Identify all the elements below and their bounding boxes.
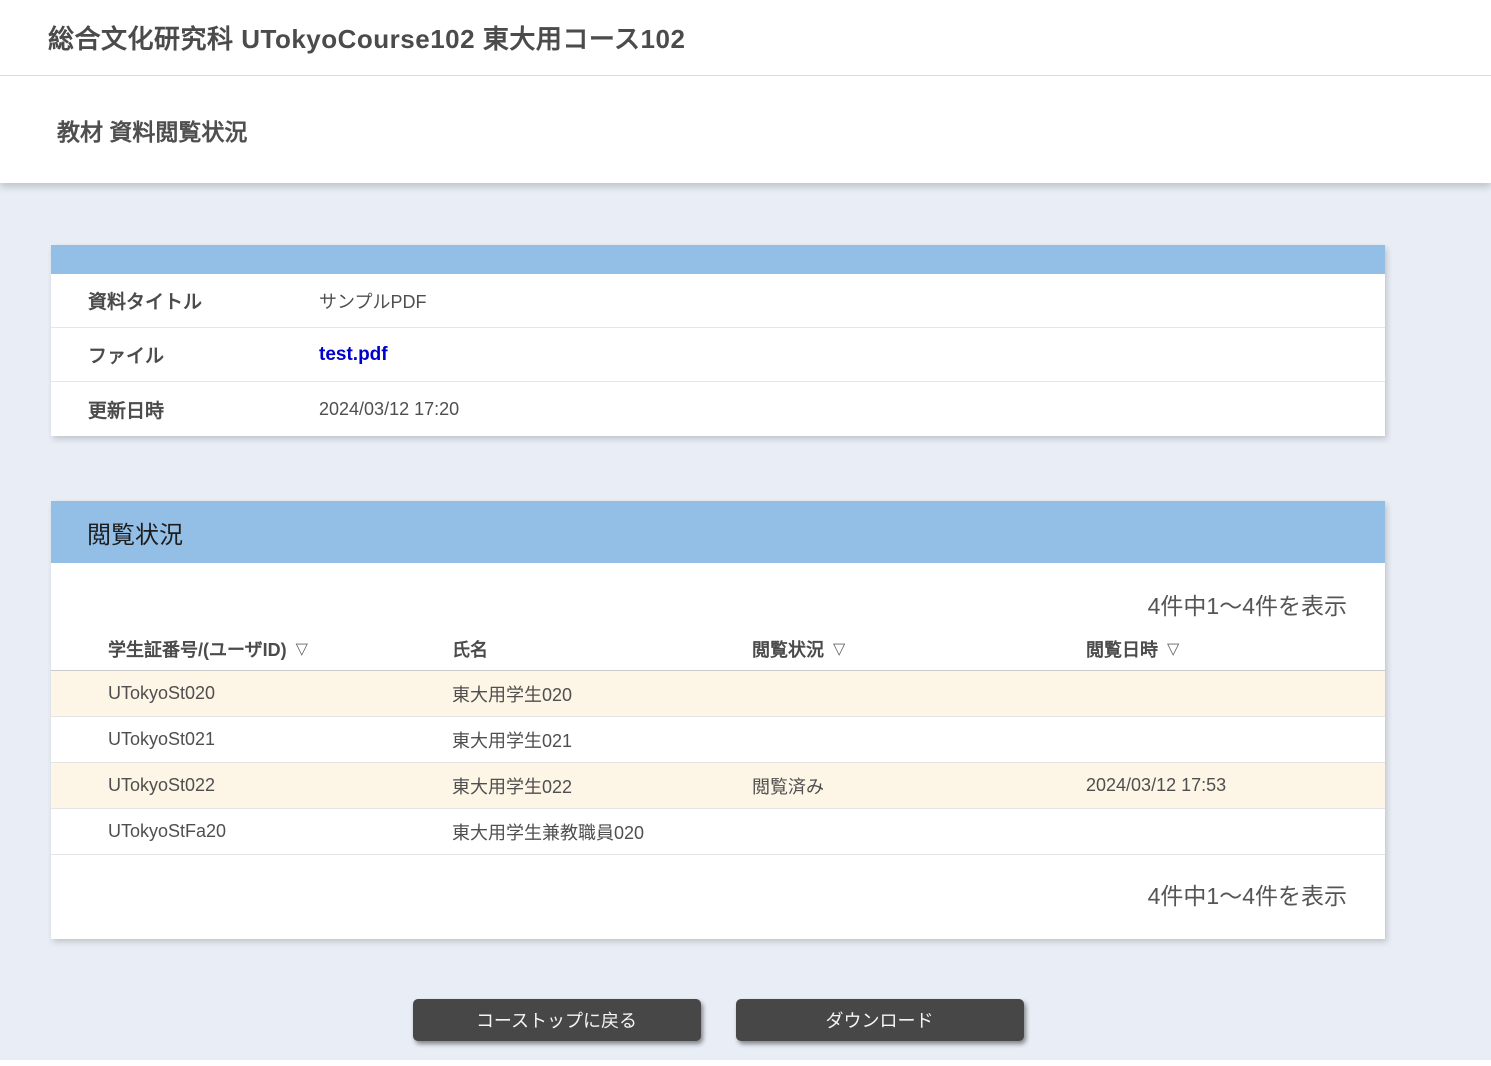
- viewing-status-header: 閲覧状況: [51, 501, 1385, 563]
- sort-status-icon[interactable]: ▽: [833, 639, 845, 659]
- file-download-link[interactable]: test.pdf: [319, 344, 388, 366]
- column-header-status-label: 閲覧状況: [752, 636, 824, 662]
- page-header: 総合文化研究科 UTokyoCourse102 東大用コース102 教材 資料閲…: [0, 0, 1491, 183]
- cell-name: 東大用学生020: [452, 681, 752, 707]
- cell-user-id: UTokyoStFa20: [108, 821, 452, 842]
- table-row: UTokyoSt020 東大用学生020: [51, 671, 1385, 717]
- viewing-status-panel: 閲覧状況 4件中1〜4件を表示 学生証番号/(ユーザID) ▽ 氏名 閲覧状況 …: [51, 501, 1385, 939]
- cell-user-id: UTokyoSt020: [108, 683, 452, 704]
- back-to-course-top-button[interactable]: コーストップに戻る: [413, 999, 701, 1041]
- cell-name: 東大用学生021: [452, 727, 752, 753]
- course-title-bar: 総合文化研究科 UTokyoCourse102 東大用コース102: [0, 0, 1491, 76]
- table-row: UTokyoSt022 東大用学生022 閲覧済み 2024/03/12 17:…: [51, 763, 1385, 809]
- material-title-row: 資料タイトル サンプルPDF: [51, 274, 1385, 328]
- material-file-row: ファイル test.pdf: [51, 328, 1385, 382]
- material-file-label: ファイル: [51, 341, 319, 368]
- material-title-label: 資料タイトル: [51, 287, 319, 314]
- cell-datetime: 2024/03/12 17:53: [1086, 775, 1385, 796]
- sort-user-id-icon[interactable]: ▽: [296, 639, 308, 659]
- viewing-status-title: 閲覧状況: [87, 515, 183, 550]
- main-content: 資料タイトル サンプルPDF ファイル test.pdf 更新日時 2024/0…: [51, 245, 1385, 939]
- cell-status: 閲覧済み: [752, 773, 1086, 799]
- sort-datetime-icon[interactable]: ▽: [1167, 639, 1179, 659]
- cell-name: 東大用学生兼教職員020: [452, 819, 752, 845]
- cell-user-id: UTokyoSt021: [108, 729, 452, 750]
- course-title: 総合文化研究科 UTokyoCourse102 東大用コース102: [48, 19, 685, 56]
- column-header-user-id: 学生証番号/(ユーザID) ▽: [108, 636, 452, 662]
- cell-user-id: UTokyoSt022: [108, 775, 452, 796]
- page-title: 教材 資料閲覧状況: [57, 113, 247, 147]
- column-header-name-label: 氏名: [452, 636, 488, 662]
- column-header-user-id-label: 学生証番号/(ユーザID): [108, 636, 287, 662]
- material-title-value: サンプルPDF: [319, 288, 426, 314]
- table-row: UTokyoStFa20 東大用学生兼教職員020: [51, 809, 1385, 855]
- download-button[interactable]: ダウンロード: [736, 999, 1024, 1041]
- result-count-bottom: 4件中1〜4件を表示: [51, 855, 1385, 939]
- bottom-strip: [0, 1060, 1491, 1066]
- result-count-top: 4件中1〜4件を表示: [51, 563, 1385, 627]
- status-table-header-row: 学生証番号/(ユーザID) ▽ 氏名 閲覧状況 ▽ 閲覧日時 ▽: [51, 627, 1385, 671]
- column-header-datetime-label: 閲覧日時: [1086, 636, 1158, 662]
- table-row: UTokyoSt021 東大用学生021: [51, 717, 1385, 763]
- material-updated-row: 更新日時 2024/03/12 17:20: [51, 382, 1385, 436]
- material-info-panel: 資料タイトル サンプルPDF ファイル test.pdf 更新日時 2024/0…: [51, 245, 1385, 436]
- column-header-status: 閲覧状況 ▽: [752, 636, 1086, 662]
- action-button-bar: コーストップに戻る ダウンロード: [51, 999, 1385, 1041]
- page-subtitle-bar: 教材 資料閲覧状況: [0, 76, 1491, 183]
- material-updated-value: 2024/03/12 17:20: [319, 399, 459, 420]
- material-updated-label: 更新日時: [51, 396, 319, 423]
- cell-name: 東大用学生022: [452, 773, 752, 799]
- column-header-name: 氏名: [452, 636, 752, 662]
- column-header-datetime: 閲覧日時 ▽: [1086, 636, 1385, 662]
- material-panel-accent-bar: [51, 245, 1385, 274]
